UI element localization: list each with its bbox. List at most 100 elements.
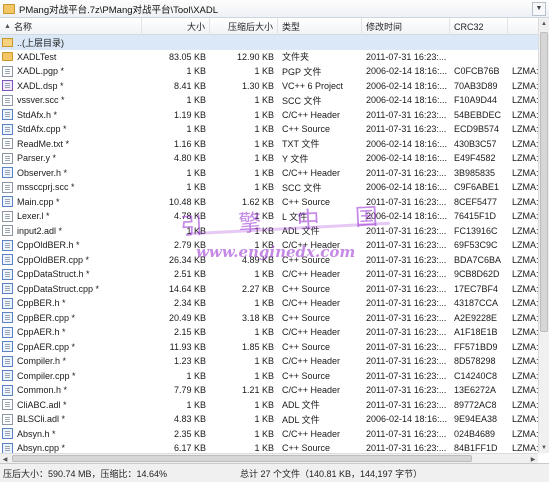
file-packed-size: 1.21 KB: [241, 385, 274, 396]
file-method: LZMA:: [512, 109, 538, 120]
file-row[interactable]: Parser.y * 4.80 KB 1 KB Y 文件 2006-02-14 18:1…: [0, 151, 538, 166]
file-name-cell: ReadMe.txt *: [0, 137, 142, 152]
file-row[interactable]: mssccprj.scc * 1 KB 1 KB SCC 文件 2006-02-14 1…: [0, 180, 538, 195]
file-method: LZMA:: [512, 399, 538, 410]
file-modified: 2011-07-31 16:23:...: [366, 269, 447, 280]
file-method: LZMA:: [512, 414, 538, 425]
file-crc: ECD9B574: [454, 124, 500, 135]
file-modified: 2011-07-31 16:23:...: [366, 254, 447, 265]
path-dropdown-button[interactable]: ▼: [532, 1, 546, 16]
horizontal-scroll-thumb[interactable]: [12, 455, 472, 462]
file-row[interactable]: CliABC.adl * 1 KB 1 KB ADL 文件 2011-07-31 16:…: [0, 398, 538, 413]
column-header-crc[interactable]: CRC32: [450, 18, 508, 35]
file-type: ADL 文件: [282, 414, 320, 425]
file-packed-size: 1.85 KB: [241, 341, 274, 352]
file-crc: 76415F1D: [454, 211, 497, 222]
file-row[interactable]: BLSCli.adl * 4.83 KB 1 KB ADL 文件 2006-02-14 …: [0, 412, 538, 427]
file-row[interactable]: StdAfx.cpp * 1 KB 1 KB C++ Source 2011-07-31…: [0, 122, 538, 137]
file-row[interactable]: Compiler.cpp * 1 KB 1 KB C++ Source 2011-07-…: [0, 369, 538, 384]
file-row[interactable]: CppBER.cpp * 20.49 KB 3.18 KB C++ Source 201…: [0, 311, 538, 326]
column-header-size[interactable]: 大小: [142, 18, 210, 35]
file-row[interactable]: CppDataStruct.h * 2.51 KB 1 KB C/C++ Header…: [0, 267, 538, 282]
file-size: 2.15 KB: [173, 327, 206, 338]
header-file-icon: [2, 355, 13, 367]
file-method: LZMA:: [512, 428, 538, 439]
file-row[interactable]: Common.h * 7.79 KB 1.21 KB C/C++ Header 2011…: [0, 383, 538, 398]
file-crc: E49F4582: [454, 153, 496, 164]
file-method: LZMA:: [512, 443, 538, 453]
column-header-name[interactable]: ▲ 名称: [0, 18, 142, 35]
file-icon: [2, 399, 13, 411]
scroll-up-icon[interactable]: ▲: [539, 18, 549, 29]
status-bar: 压后大小：590.74 MB，压缩比：14.64% 总计 27 个文件（140.…: [0, 463, 549, 482]
file-packed-size: 1 KB: [254, 298, 274, 309]
file-size: [142, 35, 210, 50]
vertical-scrollbar[interactable]: ▲ ▼: [538, 18, 549, 453]
file-row[interactable]: ..(上层目录): [0, 35, 538, 50]
file-packed-size: 1 KB: [254, 66, 274, 77]
file-modified: 2011-07-31 16:23:...: [366, 283, 447, 294]
file-name-cell: vssver.scc *: [0, 93, 142, 108]
file-crc: 9E94EA38: [454, 414, 498, 425]
column-header-type[interactable]: 类型: [278, 18, 362, 35]
file-row[interactable]: CppAER.h * 2.15 KB 1 KB C/C++ Header 2011-07…: [0, 325, 538, 340]
file-name: CppAER.h *: [17, 327, 66, 338]
file-name-cell: Main.cpp *: [0, 195, 142, 210]
file-name-cell: Common.h *: [0, 383, 142, 398]
file-method: LZMA:: [512, 95, 538, 106]
file-crc: A1F18E1B: [454, 327, 498, 338]
scroll-down-icon[interactable]: ▼: [539, 442, 549, 453]
file-row[interactable]: Absyn.cpp * 6.17 KB 1 KB C++ Source 2011-07-…: [0, 441, 538, 453]
file-modified: 2011-07-31 16:23:...: [366, 240, 447, 251]
file-row[interactable]: XADL.dsp * 8.41 KB 1.30 KB VC++ 6 Project 20…: [0, 79, 538, 94]
sort-arrow-icon: ▲: [4, 23, 11, 30]
file-name: CppAER.cpp *: [17, 341, 76, 352]
file-name: CppBER.h *: [17, 298, 66, 309]
file-size: 2.51 KB: [173, 269, 206, 280]
file-icon: [2, 413, 13, 425]
file-packed-size: 1.30 KB: [241, 80, 274, 91]
file-method: LZMA:: [512, 80, 538, 91]
file-type: Y 文件: [282, 153, 309, 164]
file-crc: C0FCB76B: [454, 66, 500, 77]
file-row[interactable]: XADL.pgp * 1 KB 1 KB PGP 文件 2006-02-14 18:16…: [0, 64, 538, 79]
vertical-scroll-thumb[interactable]: [540, 32, 548, 332]
column-header-attr[interactable]: [508, 18, 538, 35]
file-name: BLSCli.adl *: [17, 414, 66, 425]
path-bar[interactable]: PMang对战平台.7z\PMang对战平台\Tool\XADL ▼: [0, 0, 549, 18]
file-row[interactable]: CppDataStruct.cpp * 14.64 KB 2.27 KB C++ So…: [0, 282, 538, 297]
file-modified: 2011-07-31 16:23:...: [366, 312, 447, 323]
horizontal-scrollbar[interactable]: ◀ ▶: [0, 453, 538, 463]
file-icon: [2, 138, 13, 150]
file-crc: BDA7C6BA: [454, 254, 502, 265]
file-type: 文件夹: [282, 52, 310, 63]
file-method: LZMA:: [512, 254, 538, 265]
file-row[interactable]: StdAfx.h * 1.19 KB 1 KB C/C++ Header 2011-07…: [0, 108, 538, 123]
file-size: 83.05 KB: [168, 51, 206, 62]
file-row[interactable]: vssver.scc * 1 KB 1 KB SCC 文件 2006-02-14 18:…: [0, 93, 538, 108]
file-packed-size: 1 KB: [254, 327, 274, 338]
file-method: LZMA:: [512, 225, 538, 236]
file-modified: 2006-02-14 18:16:...: [366, 153, 448, 164]
file-row[interactable]: Absyn.h * 2.35 KB 1 KB C/C++ Header 2011-07-…: [0, 427, 538, 442]
file-method: LZMA:: [512, 211, 538, 222]
file-row[interactable]: Compiler.h * 1.23 KB 1 KB C/C++ Header 2011-…: [0, 354, 538, 369]
file-row[interactable]: Observer.h * 1 KB 1 KB C/C++ Header 2011-07-…: [0, 166, 538, 181]
file-name-cell: StdAfx.h *: [0, 108, 142, 123]
file-row[interactable]: CppBER.h * 2.34 KB 1 KB C/C++ Header 2011-07…: [0, 296, 538, 311]
file-method: LZMA:: [512, 138, 538, 149]
file-name: Absyn.cpp *: [17, 443, 66, 453]
file-name-cell: Absyn.cpp *: [0, 441, 142, 453]
file-row[interactable]: CppAER.cpp * 11.93 KB 1.85 KB C++ Source 201…: [0, 340, 538, 355]
file-name: Absyn.h *: [17, 428, 56, 439]
column-header-modified[interactable]: 修改时间: [362, 18, 450, 35]
file-type: [278, 35, 362, 50]
file-method: LZMA:: [512, 283, 538, 294]
file-row[interactable]: ReadMe.txt * 1.16 KB 1 KB TXT 文件 2006-02-14 …: [0, 137, 538, 152]
file-size: 1.16 KB: [173, 138, 206, 149]
file-row[interactable]: XADLTest 83.05 KB 12.90 KB 文件夹 2011-07-31 16…: [0, 50, 538, 65]
header-file-icon: [2, 239, 13, 251]
file-type: C/C++ Header: [282, 327, 341, 338]
column-header-packed[interactable]: 压缩后大小: [210, 18, 278, 35]
file-packed-size: 1 KB: [254, 167, 274, 178]
